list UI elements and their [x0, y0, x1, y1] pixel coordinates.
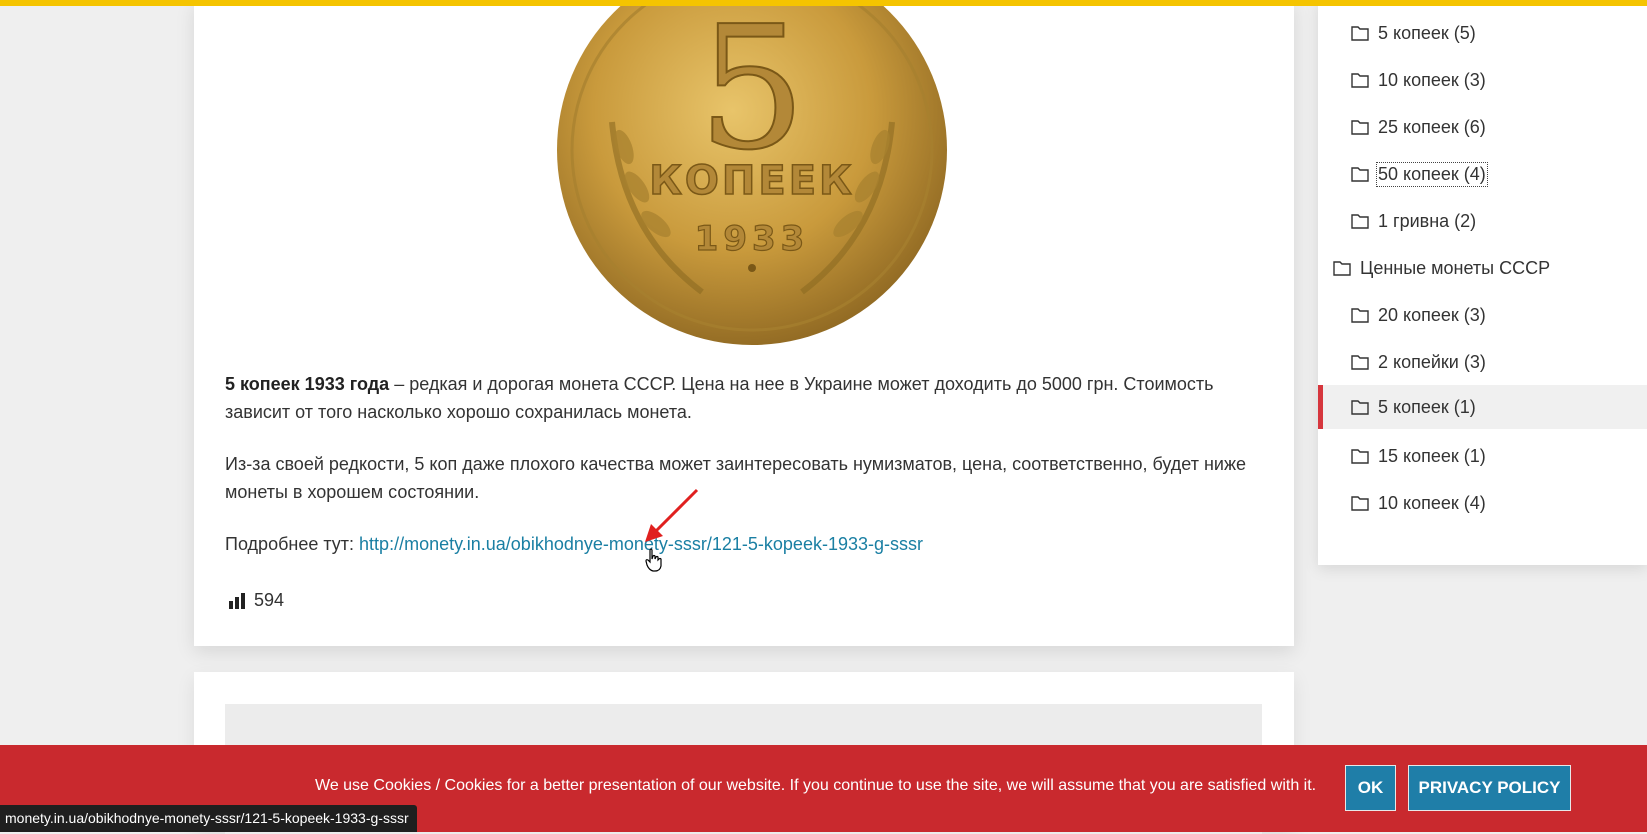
- hand-cursor-icon: [645, 548, 662, 572]
- annotation-arrow-icon: [645, 488, 699, 542]
- folder-icon: [1351, 308, 1369, 323]
- more-paragraph: Подробнее тут: http://monety.in.ua/obikh…: [225, 530, 1265, 558]
- category-sidebar: 5 копеек (5) 10 копеек (3) 25 копеек (6)…: [1318, 0, 1647, 565]
- category-item[interactable]: 20 копеек (3): [1351, 293, 1486, 337]
- folder-icon: [1333, 261, 1351, 276]
- category-label: 1 гривна (2): [1378, 210, 1477, 231]
- category-item[interactable]: 10 копеек (4): [1351, 481, 1486, 525]
- more-label: Подробнее тут:: [225, 534, 360, 554]
- privacy-policy-button[interactable]: PRIVACY POLICY: [1408, 765, 1571, 811]
- category-label: Ценные монеты СССР: [1360, 257, 1551, 278]
- category-label: 25 копеек (6): [1378, 116, 1486, 137]
- category-label: 20 копеек (3): [1378, 304, 1486, 325]
- category-label: 5 копеек (5): [1378, 22, 1476, 43]
- category-item[interactable]: 1 гривна (2): [1351, 199, 1476, 243]
- category-label: 50 копеек (4): [1376, 161, 1488, 187]
- intro-paragraph: 5 копеек 1933 года – редкая и дорогая мо…: [225, 370, 1265, 426]
- folder-icon: [1351, 120, 1369, 135]
- view-count-value: 594: [254, 590, 285, 610]
- category-label: 5 копеек (1): [1378, 396, 1476, 417]
- category-item[interactable]: 10 копеек (3): [1351, 58, 1486, 102]
- category-item[interactable]: 2 копейки (3): [1351, 340, 1486, 384]
- view-count: 594: [228, 590, 284, 611]
- category-item[interactable]: 5 копеек (5): [1351, 11, 1476, 55]
- folder-icon: [1351, 400, 1369, 415]
- folder-icon: [1351, 167, 1369, 182]
- category-item[interactable]: 50 копеек (4): [1351, 152, 1488, 196]
- folder-icon: [1351, 26, 1369, 41]
- top-accent-bar: [0, 0, 1647, 6]
- category-item[interactable]: Ценные монеты СССР: [1333, 246, 1550, 290]
- intro-bold: 5 копеек 1933 года: [225, 374, 390, 394]
- bar-chart-icon: [229, 592, 245, 609]
- category-item[interactable]: 15 копеек (1): [1351, 434, 1486, 478]
- cookie-text: We use Cookies / Cookies for a better pr…: [315, 777, 1317, 794]
- folder-icon: [1351, 214, 1369, 229]
- cookie-ok-button[interactable]: OK: [1345, 765, 1396, 811]
- category-label: 2 копейки (3): [1378, 351, 1486, 372]
- folder-icon: [1351, 449, 1369, 464]
- category-label: 10 копеек (3): [1378, 69, 1486, 90]
- category-label: 15 копеек (1): [1378, 445, 1486, 466]
- category-item-active[interactable]: 5 копеек (1): [1323, 385, 1647, 429]
- coin-year: 1933: [695, 219, 810, 259]
- status-bar-url: monety.in.ua/obikhodnye-monety-sssr/121-…: [0, 805, 417, 832]
- folder-icon: [1351, 355, 1369, 370]
- category-item[interactable]: 25 копеек (6): [1351, 105, 1486, 149]
- second-paragraph: Из-за своей редкости, 5 коп даже плохого…: [225, 454, 1247, 502]
- coin-image: 5 КОПЕЕК 1933: [552, 0, 952, 352]
- folder-icon: [1351, 496, 1369, 511]
- article-text: 5 копеек 1933 года – редкая и дорогая мо…: [225, 370, 1265, 582]
- coin-word: КОПЕЕК: [649, 158, 855, 204]
- folder-icon: [1351, 73, 1369, 88]
- category-label: 10 копеек (4): [1378, 492, 1486, 513]
- more-link[interactable]: http://monety.in.ua/obikhodnye-monety-ss…: [359, 534, 923, 554]
- article-card: 5 КОПЕЕК 1933 5 копеек 1933 года – редка…: [194, 0, 1294, 646]
